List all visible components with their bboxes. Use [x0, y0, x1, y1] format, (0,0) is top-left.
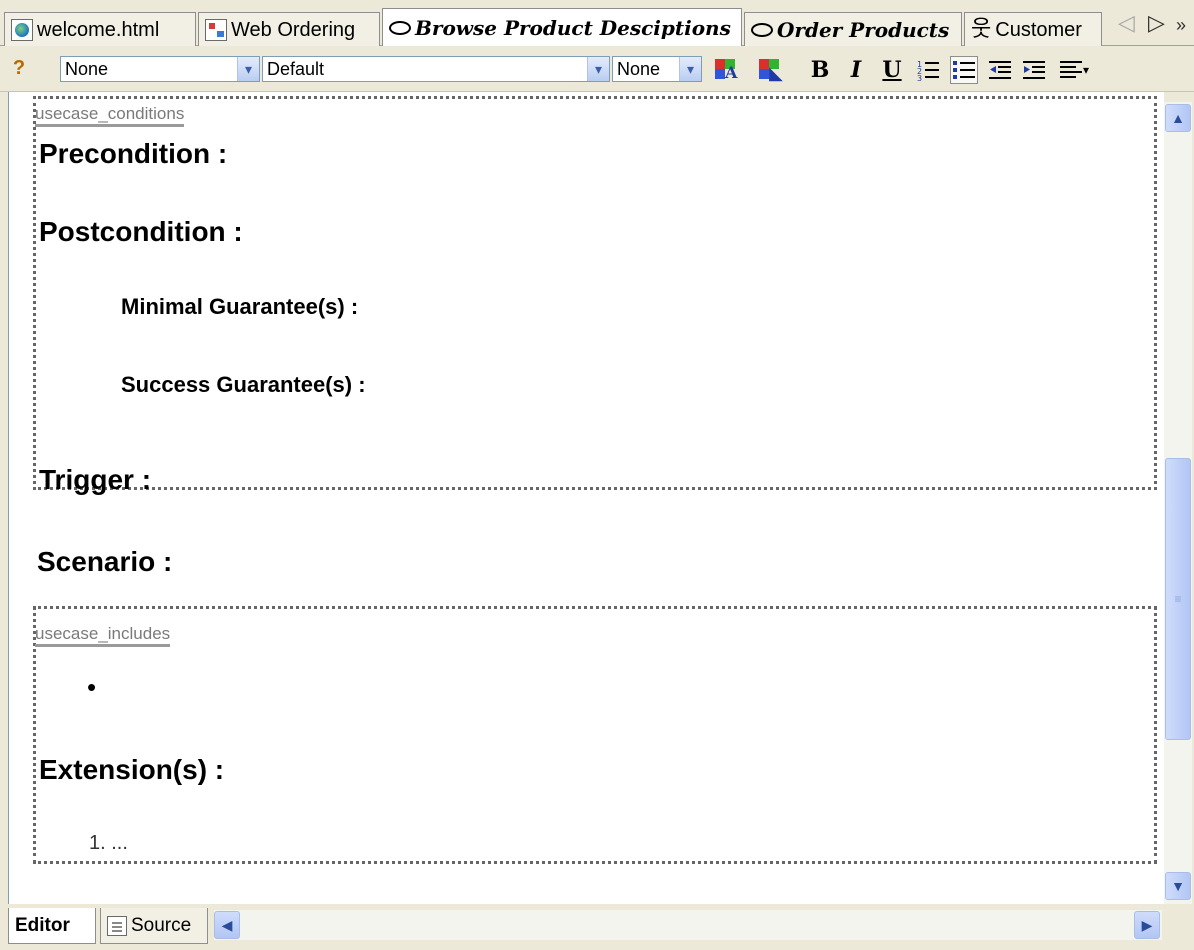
underline-button[interactable]: U [878, 56, 906, 84]
formatting-toolbar: ? None ▾ Default ▾ None ▾ A ◣ B I U 1 2 … [0, 46, 1194, 92]
bullet-list-icon [953, 61, 975, 79]
chevron-down-icon: ▾ [1082, 63, 1090, 77]
chevron-down-icon: ▾ [237, 57, 259, 81]
document-editor[interactable]: usecase_conditions Precondition : Postco… [8, 92, 1164, 904]
font-color-button[interactable]: A [712, 56, 740, 84]
actor-icon: 웃 [971, 16, 992, 42]
alignment-dropdown-button[interactable]: ▾ [1054, 56, 1094, 84]
tab-label: Editor [15, 914, 70, 936]
numbered-list-button[interactable]: 1 2 3 [914, 56, 942, 84]
paragraph-style-select[interactable]: None ▾ [60, 56, 260, 82]
vertical-scroll-thumb[interactable]: ≡ [1165, 458, 1191, 740]
paragraph-style-value: None [65, 59, 109, 79]
vertical-scrollbar[interactable]: ▲ ≡ ▼ [1164, 102, 1192, 904]
chevron-down-icon: ▾ [679, 57, 701, 81]
outdent-icon [989, 61, 1011, 79]
highlight-color-button[interactable]: ◣ [756, 56, 784, 84]
chevron-up-icon: ▲ [1171, 110, 1185, 126]
tab-welcome-html[interactable]: welcome.html [4, 12, 196, 46]
extensions-heading: Extension(s) : [39, 754, 225, 785]
numbered-list-icon: 1 2 3 [917, 60, 939, 82]
usecase-conditions-tag: usecase_conditions [35, 104, 185, 127]
font-color-icon: A [713, 57, 739, 83]
tab-order-products[interactable]: Order Products [744, 12, 962, 46]
scroll-up-button[interactable]: ▲ [1165, 104, 1191, 132]
chevron-left-icon: ◀ [221, 916, 233, 933]
empty-bullet-item: • [87, 672, 97, 702]
font-size-select[interactable]: None ▾ [612, 56, 702, 82]
italic-button[interactable]: I [842, 56, 870, 84]
font-family-select[interactable]: Default ▾ [262, 56, 610, 82]
tab-label: Browse Product Desciptions [415, 15, 731, 40]
scroll-tabs-left-icon[interactable]: ◁ [1118, 12, 1135, 34]
html-page-icon [11, 18, 33, 41]
tab-source[interactable]: Source [100, 908, 208, 944]
scroll-right-button[interactable]: ▶ [1134, 911, 1160, 939]
indent-icon [1023, 61, 1045, 79]
tab-editor[interactable]: Editor [8, 908, 96, 944]
tab-label: welcome.html [37, 18, 160, 41]
help-icon[interactable]: ? [6, 54, 32, 82]
bold-button[interactable]: B [806, 56, 834, 84]
tab-web-ordering[interactable]: Web Ordering [198, 12, 380, 46]
svg-text:3: 3 [917, 74, 922, 82]
extension-list-item: 1. ... [89, 832, 128, 854]
bullet-list-button[interactable] [950, 56, 978, 84]
tab-label: Order Products [777, 17, 950, 42]
grip-icon: ≡ [1174, 592, 1182, 606]
more-tabs-icon[interactable]: » [1176, 16, 1186, 34]
success-guarantee-heading: Success Guarantee(s) : [121, 372, 366, 397]
tab-browse-product-descriptions[interactable]: Browse Product Desciptions [382, 8, 742, 46]
tab-label: Customer [995, 18, 1082, 41]
font-size-value: None [617, 59, 661, 79]
usecase-includes-region[interactable] [33, 606, 1157, 864]
scroll-down-button[interactable]: ▼ [1165, 872, 1191, 900]
chevron-down-icon: ▾ [587, 57, 609, 81]
usecase-includes-tag: usecase_includes [35, 624, 171, 647]
trigger-heading: Trigger : [39, 464, 152, 495]
tab-customer[interactable]: 웃 Customer [964, 12, 1102, 46]
chevron-down-icon: ▼ [1171, 878, 1185, 894]
font-family-value: Default [267, 59, 325, 79]
chevron-right-icon: ▶ [1141, 916, 1153, 933]
editor-tab-strip: welcome.html Web Ordering Browse Product… [0, 0, 1194, 46]
editor-bottom-bar: Editor Source ◀ ▶ [0, 904, 1194, 950]
diagram-icon [205, 18, 227, 41]
source-file-icon [107, 915, 127, 936]
indent-button[interactable] [1020, 56, 1048, 84]
align-left-icon [1059, 61, 1082, 78]
usecase-oval-icon [751, 22, 773, 37]
tab-label: Source [131, 914, 192, 936]
scenario-heading: Scenario : [37, 546, 173, 577]
minimal-guarantee-heading: Minimal Guarantee(s) : [121, 294, 359, 319]
scroll-tabs-right-icon[interactable]: ▷ [1148, 12, 1165, 34]
postcondition-heading: Postcondition : [39, 216, 243, 247]
horizontal-scrollbar[interactable]: ◀ ▶ [214, 910, 1162, 940]
precondition-heading: Precondition : [39, 138, 228, 169]
usecase-oval-icon [389, 20, 411, 35]
outdent-button[interactable] [986, 56, 1014, 84]
scroll-left-button[interactable]: ◀ [214, 911, 240, 939]
tab-label: Web Ordering [231, 18, 356, 41]
fill-color-icon: ◣ [757, 57, 783, 83]
